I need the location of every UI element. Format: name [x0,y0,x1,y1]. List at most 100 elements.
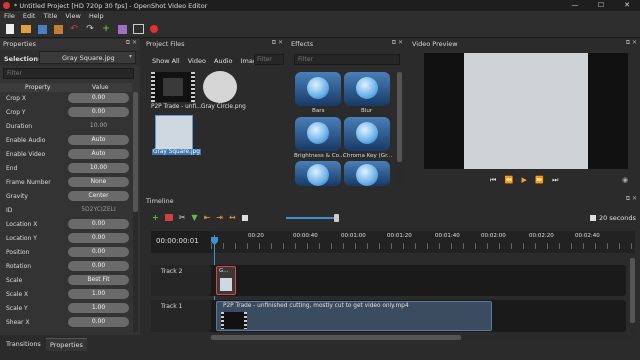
property-value[interactable]: 1.00 [68,289,129,299]
property-value[interactable]: 0.00 [68,93,129,103]
property-row[interactable]: Duration 10.00 [0,120,132,133]
zoom-checkbox-icon[interactable] [590,215,596,221]
property-row[interactable]: Scale Y 1.00 [0,302,132,315]
property-value[interactable]: 0.00 [68,261,129,271]
new-project-icon[interactable] [4,23,16,35]
property-row[interactable]: ID 5D2YCIZELI [0,204,132,217]
property-row[interactable]: Rotation 0.00 [0,260,132,273]
effect-blur[interactable] [344,72,390,106]
effects-filter-input[interactable] [294,54,400,65]
save-as-icon[interactable] [52,23,64,35]
selection-dropdown[interactable]: Gray Square.jpg ▾ [39,51,136,64]
save-project-icon[interactable] [36,23,48,35]
property-value[interactable]: Auto [68,135,129,145]
dock-buttons-icon[interactable]: ⧉ ✕ [626,39,637,47]
rewind-button[interactable]: ⏪ [505,176,514,184]
timeline-clip[interactable]: G... [216,266,236,295]
property-row[interactable]: Crop X 0.00 [0,92,132,105]
property-row[interactable]: Location Y 0.00 [0,232,132,245]
minimize-button[interactable]: — [562,0,588,11]
timeline-clip[interactable]: P2P Trade - unfinished cutting, mostly c… [216,301,492,331]
property-row[interactable]: End 10.00 [0,162,132,175]
property-value[interactable]: Best Fit [68,275,129,285]
tab-video[interactable]: Video [188,57,206,65]
import-files-icon[interactable]: + [100,23,112,35]
effect-item[interactable] [295,161,341,186]
open-project-icon[interactable] [20,23,32,35]
property-row[interactable]: Enable Audio Auto [0,134,132,147]
effects-scrollbar[interactable] [397,72,402,187]
effect-bars[interactable] [295,72,341,106]
tab-properties[interactable]: Properties [46,338,87,351]
timeline-vertical-scrollbar[interactable] [630,253,635,333]
center-playhead-icon[interactable]: ↔ [229,213,236,222]
track-row[interactable]: Track 1 P2P Trade - unfinished cutting, … [151,300,626,332]
next-marker-icon[interactable]: ⇥ [216,213,223,222]
menu-edit[interactable]: Edit [19,12,40,20]
file-thumbnail-circle[interactable] [203,71,237,103]
dock-buttons-icon[interactable]: ⧉ ✕ [126,39,137,47]
add-track-icon[interactable]: + [152,213,159,222]
razor-icon[interactable]: ✂ [179,213,186,222]
jump-end-button[interactable]: ⏭ [552,176,558,184]
fullscreen-icon[interactable] [132,23,144,35]
property-value[interactable]: Center [68,191,129,201]
effect-chroma-key[interactable] [344,117,390,151]
property-value[interactable]: 10.00 [68,163,129,173]
tab-show-all[interactable]: Show All [152,57,180,65]
time-ruler[interactable]: 00:20 00:00:40 00:01:00 00:01:20 00:01:4… [211,231,635,253]
properties-scrollbar[interactable] [133,92,138,332]
property-value[interactable]: None [68,177,129,187]
files-filter-input[interactable] [254,54,284,65]
property-value[interactable]: 0.00 [68,317,129,327]
track-name-panel[interactable]: Track 2 [151,265,211,296]
maximize-button[interactable]: ☐ [588,0,614,11]
property-value[interactable]: 0.00 [68,233,129,243]
close-button[interactable]: ✕ [614,0,640,11]
dock-buttons-icon[interactable]: ⧉ ✕ [272,39,283,47]
undo-icon[interactable]: ↶ [68,23,80,35]
effect-item[interactable] [344,161,390,186]
property-value[interactable]: 0.00 [68,247,129,257]
camera-icon[interactable]: ◉ [622,176,628,184]
property-row[interactable]: Crop Y 0.00 [0,106,132,119]
property-value[interactable]: 0.00 [68,107,129,117]
property-row[interactable]: Gravity Center [0,190,132,203]
add-marker-icon[interactable]: ▼ [191,213,197,222]
property-row[interactable]: Frame Number None [0,176,132,189]
track-name-panel[interactable]: Track 1 [151,300,211,332]
column-header-property[interactable]: Property [25,84,50,91]
property-row[interactable]: Scale Best Fit [0,274,132,287]
property-row[interactable]: Shear X 0.00 [0,316,132,329]
zoom-slider[interactable] [286,214,339,222]
property-row[interactable]: Position 0.00 [0,246,132,259]
dock-buttons-icon[interactable]: ⧉ ✕ [392,39,403,47]
dock-buttons-icon[interactable]: ⧉ ✕ [626,195,637,203]
snap-icon[interactable] [164,214,173,221]
column-header-value[interactable]: Value [92,84,108,91]
play-button[interactable]: ▶ [522,176,527,184]
property-row[interactable]: Scale X 1.00 [0,288,132,301]
zoom-checkbox[interactable] [241,214,248,221]
property-value[interactable]: Auto [68,149,129,159]
previous-marker-icon[interactable]: ⇤ [204,213,211,222]
property-row[interactable]: Location X 0.00 [0,218,132,231]
property-row[interactable]: Enable Video Auto [0,148,132,161]
menu-title[interactable]: Title [39,12,61,20]
menu-view[interactable]: View [61,12,84,20]
file-thumbnail-video[interactable] [151,72,195,102]
effect-brightness[interactable] [295,117,341,151]
choose-profile-icon[interactable] [116,23,128,35]
property-value[interactable]: 0.00 [68,219,129,229]
fast-forward-button[interactable]: ⏩ [535,176,544,184]
jump-start-button[interactable]: ⏮ [490,176,496,184]
timeline-horizontal-scrollbar[interactable] [211,335,635,340]
tab-audio[interactable]: Audio [214,57,232,65]
menu-help[interactable]: Help [85,12,108,20]
property-value[interactable]: 1.00 [68,303,129,313]
file-thumbnail-square[interactable] [155,115,193,150]
export-video-icon[interactable] [148,23,160,35]
redo-icon[interactable]: ↷ [84,23,96,35]
menu-file[interactable]: File [0,12,19,20]
properties-filter-input[interactable] [3,68,134,79]
